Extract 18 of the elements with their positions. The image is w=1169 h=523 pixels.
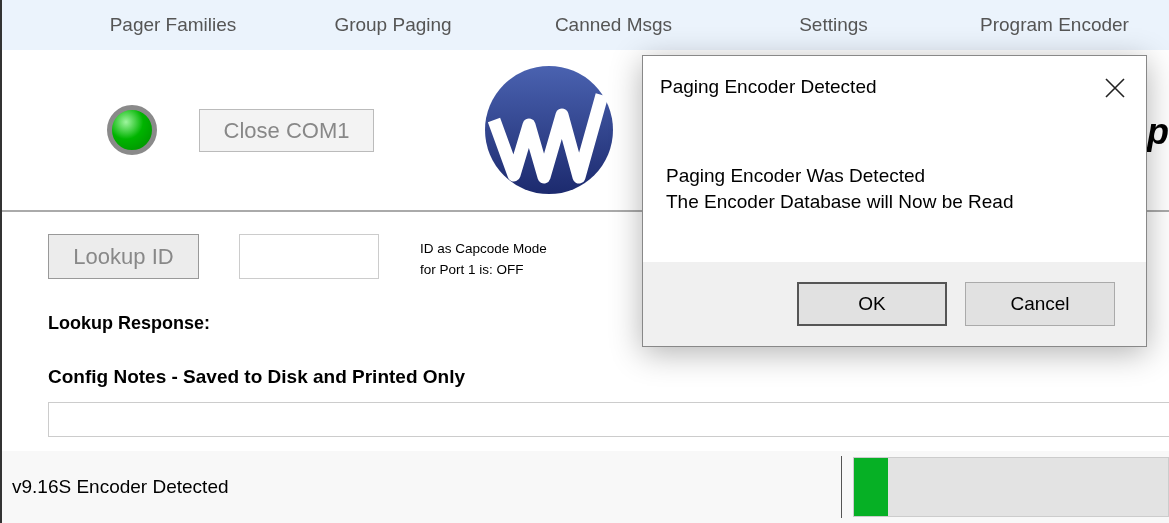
dialog-title: Paging Encoder Detected xyxy=(660,75,877,100)
capcode-mode-note: ID as Capcode Mode for Port 1 is: OFF xyxy=(420,240,547,279)
status-text: v9.16S Encoder Detected xyxy=(12,474,230,499)
logo-icon xyxy=(484,65,614,195)
menu-item[interactable]: Settings xyxy=(791,10,876,40)
menu-item[interactable]: Program Encoder xyxy=(962,10,1147,40)
menu-item[interactable]: Group Paging xyxy=(320,10,466,40)
menu-item[interactable]: Pager Families xyxy=(97,10,249,40)
config-notes-label: Config Notes - Saved to Disk and Printed Only xyxy=(48,365,466,389)
dialog-button[interactable]: Cancel xyxy=(965,282,1115,326)
dialog-message: Paging Encoder Was Detected The Encoder Database will Now be Read xyxy=(666,164,1015,214)
app-title: p xyxy=(1147,110,1169,154)
close-icon[interactable] xyxy=(1104,76,1126,99)
menu-item[interactable]: Canned Msgs xyxy=(542,10,685,40)
dialog-button[interactable]: OK xyxy=(797,282,947,326)
config-notes-field[interactable] xyxy=(48,401,1169,437)
lookup-response-label: Lookup Response: xyxy=(48,312,211,335)
id-input-field[interactable] xyxy=(239,234,379,279)
